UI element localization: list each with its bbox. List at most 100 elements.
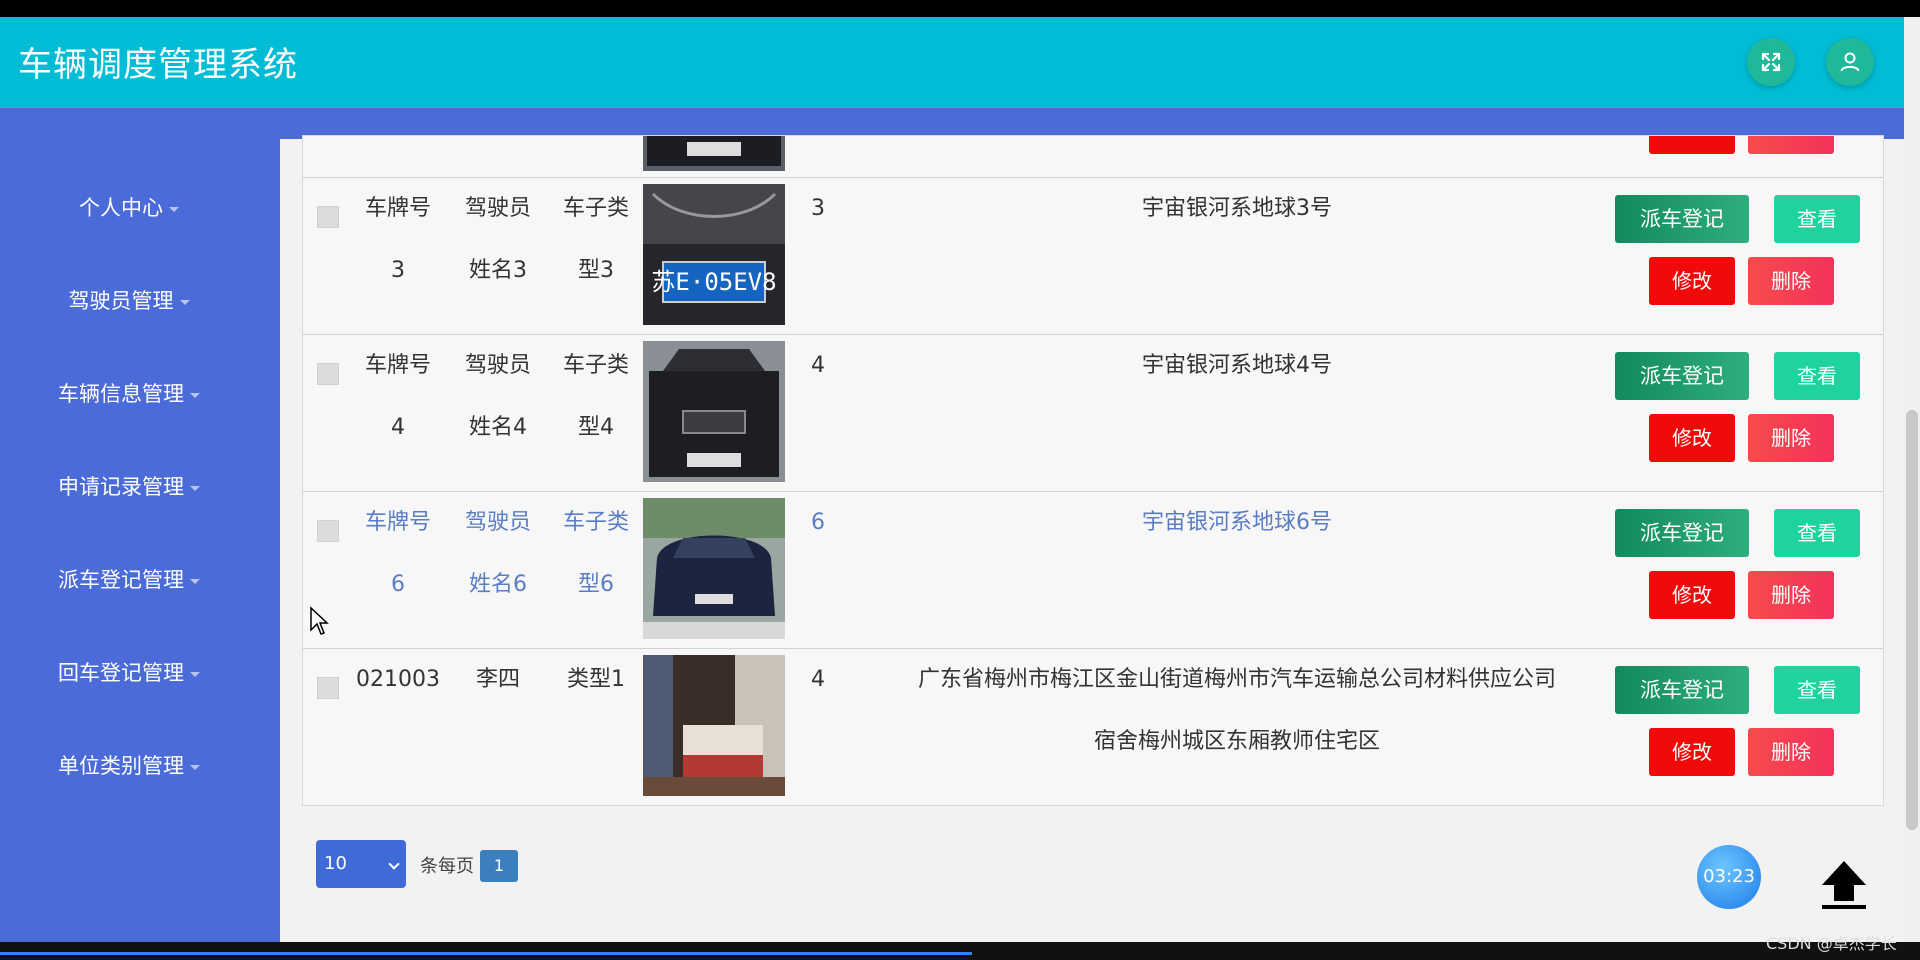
page-size-value: 10 xyxy=(324,853,347,874)
sidebar-item-label: 派车登记管理 xyxy=(58,568,184,592)
address: 宇宙银河系地球4号 xyxy=(1142,353,1332,378)
page-number-button[interactable]: 1 xyxy=(480,850,518,882)
table-row: 车牌号 6 驾驶员 姓名6 车子类 型6 6 宇宙银河系地球6号 派车登记 查看 xyxy=(303,491,1883,648)
row-checkbox[interactable] xyxy=(317,206,339,228)
edit-button[interactable]: 修改 xyxy=(1649,728,1735,776)
caret-down-icon xyxy=(190,764,200,770)
sidebar-item-label: 车辆信息管理 xyxy=(58,382,184,406)
watermark-text: CSDN @卓杰学长 xyxy=(1766,934,1897,953)
driver-name: 驾驶员 xyxy=(464,510,531,535)
delete-button[interactable]: 删除 xyxy=(1748,728,1834,776)
sidebar: 个人中心 驾驶员管理 车辆信息管理 申请记录管理 派车登记管理 回车登记管理 单… xyxy=(0,108,280,942)
dispatch-button[interactable]: 派车登记 xyxy=(1615,509,1749,557)
sidebar-item-label: 驾驶员管理 xyxy=(68,289,174,313)
caret-down-icon xyxy=(190,578,200,584)
mouse-cursor-icon xyxy=(309,606,329,640)
vehicle-type: 类型1 xyxy=(567,667,625,692)
delete-button[interactable] xyxy=(1748,136,1834,154)
top-header: 车辆调度管理系统 xyxy=(0,17,1904,108)
address: 广东省梅州市梅江区金山街道梅州市汽车运输总公司材料供应公司 xyxy=(917,667,1556,692)
fullscreen-icon xyxy=(1761,52,1781,72)
driver-name: 驾驶员 xyxy=(464,353,531,378)
caret-down-icon xyxy=(190,485,200,491)
edit-button[interactable]: 修改 xyxy=(1649,571,1735,619)
view-button[interactable]: 查看 xyxy=(1774,509,1860,557)
vehicle-type-cont: 型3 xyxy=(578,258,614,283)
caret-down-icon xyxy=(190,392,200,398)
vehicle-type: 车子类 xyxy=(562,196,629,221)
view-button[interactable]: 查看 xyxy=(1774,195,1860,243)
timer-badge: 03:23 xyxy=(1697,845,1761,909)
sidebar-item-applications[interactable]: 申请记录管理 xyxy=(0,471,258,501)
sidebar-item-label: 单位类别管理 xyxy=(58,754,184,778)
sidebar-item-unit-types[interactable]: 单位类别管理 xyxy=(0,750,258,780)
vehicle-table: 车牌号 3 驾驶员 姓名3 车子类 型3 苏E·05EV8 3 宇宙银河系地球3… xyxy=(302,135,1884,806)
edit-button[interactable]: 修改 xyxy=(1649,257,1735,305)
user-button[interactable] xyxy=(1826,38,1874,86)
plate-number: 021003 xyxy=(356,667,440,692)
address-cont: 宿舍梅州城区东厢教师住宅区 xyxy=(1093,729,1380,754)
caret-down-icon xyxy=(190,671,200,677)
table-row xyxy=(303,136,1883,177)
seat-count: 6 xyxy=(811,510,825,535)
sidebar-item-personal-center[interactable]: 个人中心 xyxy=(0,192,258,222)
per-page-label: 条每页 xyxy=(420,856,474,877)
seat-count: 4 xyxy=(811,353,825,378)
fullscreen-button[interactable] xyxy=(1747,38,1795,86)
table-row: 车牌号 4 驾驶员 姓名4 车子类 型4 4 宇宙银河系地球4号 派车登记 查看… xyxy=(303,334,1883,491)
table-row: 021003 李四 类型1 4 广东省梅州市梅江区金山街道梅州市汽车运输总公司材… xyxy=(303,648,1883,805)
delete-button[interactable]: 删除 xyxy=(1748,257,1834,305)
app-title: 车辆调度管理系统 xyxy=(18,45,298,85)
main-content: 车牌号 3 驾驶员 姓名3 车子类 型3 苏E·05EV8 3 宇宙银河系地球3… xyxy=(280,135,1904,942)
delete-button[interactable]: 删除 xyxy=(1748,571,1834,619)
video-status-bar xyxy=(0,942,1920,960)
sidebar-item-drivers[interactable]: 驾驶员管理 xyxy=(0,285,258,315)
svg-text:苏E·05EV8: 苏E·05EV8 xyxy=(651,268,776,296)
driver-name-cont: 姓名6 xyxy=(469,572,527,597)
page-size-select[interactable]: 10 xyxy=(316,840,406,888)
row-checkbox[interactable] xyxy=(317,677,339,699)
dispatch-button[interactable]: 派车登记 xyxy=(1615,666,1749,714)
seat-count: 3 xyxy=(811,196,825,221)
delete-button[interactable]: 删除 xyxy=(1748,414,1834,462)
driver-name: 驾驶员 xyxy=(464,196,531,221)
sidebar-item-label: 申请记录管理 xyxy=(58,475,184,499)
vehicle-type-cont: 型4 xyxy=(578,415,614,440)
vehicle-image xyxy=(643,341,785,482)
scrollbar-thumb[interactable] xyxy=(1906,410,1918,830)
vehicle-image xyxy=(643,136,785,171)
chevron-down-icon xyxy=(388,858,400,870)
view-button[interactable]: 查看 xyxy=(1774,352,1860,400)
sidebar-item-vehicles[interactable]: 车辆信息管理 xyxy=(0,378,258,408)
back-to-top-button[interactable] xyxy=(1814,855,1874,915)
plate-number-cont: 6 xyxy=(391,572,405,597)
dispatch-button[interactable]: 派车登记 xyxy=(1615,352,1749,400)
address: 宇宙银河系地球6号 xyxy=(1142,510,1332,535)
plate-number-cont: 4 xyxy=(391,415,405,440)
plate-number: 车牌号 xyxy=(364,196,431,221)
table-row: 车牌号 3 驾驶员 姓名3 车子类 型3 苏E·05EV8 3 宇宙银河系地球3… xyxy=(303,177,1883,334)
address: 宇宙银河系地球3号 xyxy=(1142,196,1332,221)
driver-name-cont: 姓名4 xyxy=(469,415,527,440)
sidebar-item-return[interactable]: 回车登记管理 xyxy=(0,657,258,687)
sidebar-item-label: 回车登记管理 xyxy=(58,661,184,685)
vehicle-type: 车子类 xyxy=(562,353,629,378)
video-progress-bar[interactable] xyxy=(0,952,972,955)
user-icon xyxy=(1840,52,1860,72)
dispatch-button[interactable]: 派车登记 xyxy=(1615,195,1749,243)
view-button[interactable]: 查看 xyxy=(1774,666,1860,714)
vehicle-image xyxy=(643,655,785,796)
upload-arrow-icon xyxy=(1822,861,1866,909)
vehicle-image: 苏E·05EV8 xyxy=(643,184,785,325)
plate-number-cont: 3 xyxy=(391,258,405,283)
plate-number: 车牌号 xyxy=(364,353,431,378)
caret-down-icon xyxy=(179,299,190,305)
row-checkbox[interactable] xyxy=(317,520,339,542)
caret-down-icon xyxy=(169,206,179,212)
driver-name-cont: 姓名3 xyxy=(469,258,527,283)
edit-button[interactable]: 修改 xyxy=(1649,414,1735,462)
vehicle-type: 车子类 xyxy=(562,510,629,535)
row-checkbox[interactable] xyxy=(317,363,339,385)
sidebar-item-dispatch[interactable]: 派车登记管理 xyxy=(0,564,258,594)
edit-button[interactable] xyxy=(1649,136,1735,154)
